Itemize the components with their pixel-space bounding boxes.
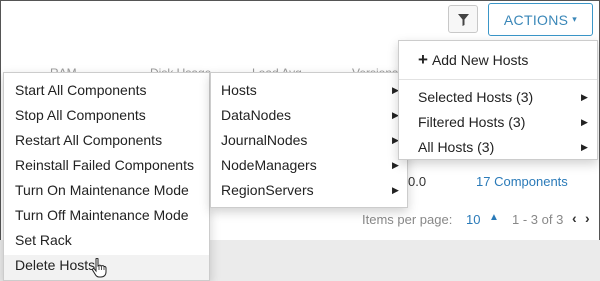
menu-item-reinstall-failed-components[interactable]: Reinstall Failed Components xyxy=(4,155,209,180)
menu-item-start-all-components[interactable]: Start All Components xyxy=(4,80,209,105)
menu-item-datanodes[interactable]: DataNodes ▶ xyxy=(211,105,407,130)
caret-down-icon: ▾ xyxy=(572,14,578,24)
actions-button[interactable]: ACTIONS ▾ xyxy=(488,3,593,36)
caret-right-icon: ▶ xyxy=(581,142,588,152)
pager-range: 1 - 3 of 3 xyxy=(512,212,564,227)
menu-item-restart-all-components[interactable]: Restart All Components xyxy=(4,130,209,155)
menu-item-add-new-hosts[interactable]: + Add New Hosts xyxy=(399,49,597,74)
actions-dropdown-menu: + Add New Hosts Selected Hosts (3) ▶ Filt… xyxy=(398,40,598,160)
menu-item-filtered-hosts[interactable]: Filtered Hosts (3) ▶ xyxy=(399,111,597,136)
caret-right-icon: ▶ xyxy=(581,92,588,102)
components-link[interactable]: 17 Components xyxy=(476,174,568,189)
menu-item-hosts[interactable]: Hosts ▶ xyxy=(211,80,407,105)
menu-item-journalnodes[interactable]: JournalNodes ▶ xyxy=(211,130,407,155)
menu-item-turn-on-maintenance-mode[interactable]: Turn On Maintenance Mode xyxy=(4,180,209,205)
menu-item-stop-all-components[interactable]: Stop All Components xyxy=(4,105,209,130)
sort-updown-icon[interactable]: ▲ xyxy=(489,212,499,223)
caret-right-icon: ▶ xyxy=(392,185,399,195)
caret-right-icon: ▶ xyxy=(581,117,588,127)
plus-icon: + xyxy=(418,50,428,69)
actions-label: ACTIONS xyxy=(503,11,569,28)
next-page-icon[interactable]: › xyxy=(585,210,590,226)
menu-item-selected-hosts[interactable]: Selected Hosts (3) ▶ xyxy=(399,86,597,111)
menu-item-turn-off-maintenance-mode[interactable]: Turn Off Maintenance Mode xyxy=(4,205,209,230)
filter-icon xyxy=(458,14,469,26)
row-value: 0.0 xyxy=(408,174,427,189)
menu-item-regionservers[interactable]: RegionServers ▶ xyxy=(211,180,407,205)
items-per-page-label: Items per page: xyxy=(362,212,453,227)
menu-divider xyxy=(399,79,597,80)
items-per-page-select[interactable]: 10 xyxy=(466,212,480,227)
components-submenu: Hosts ▶ DataNodes ▶ JournalNodes ▶ NodeM… xyxy=(210,72,408,208)
filter-button[interactable] xyxy=(448,5,478,33)
menu-item-nodemanagers[interactable]: NodeManagers ▶ xyxy=(211,155,407,180)
previous-page-icon[interactable]: ‹ xyxy=(572,210,577,226)
menu-item-set-rack[interactable]: Set Rack xyxy=(4,230,209,255)
host-operations-submenu: Start All Components Stop All Components… xyxy=(3,72,210,281)
hand-cursor-icon xyxy=(91,258,107,278)
menu-item-all-hosts[interactable]: All Hosts (3) ▶ xyxy=(399,136,597,161)
